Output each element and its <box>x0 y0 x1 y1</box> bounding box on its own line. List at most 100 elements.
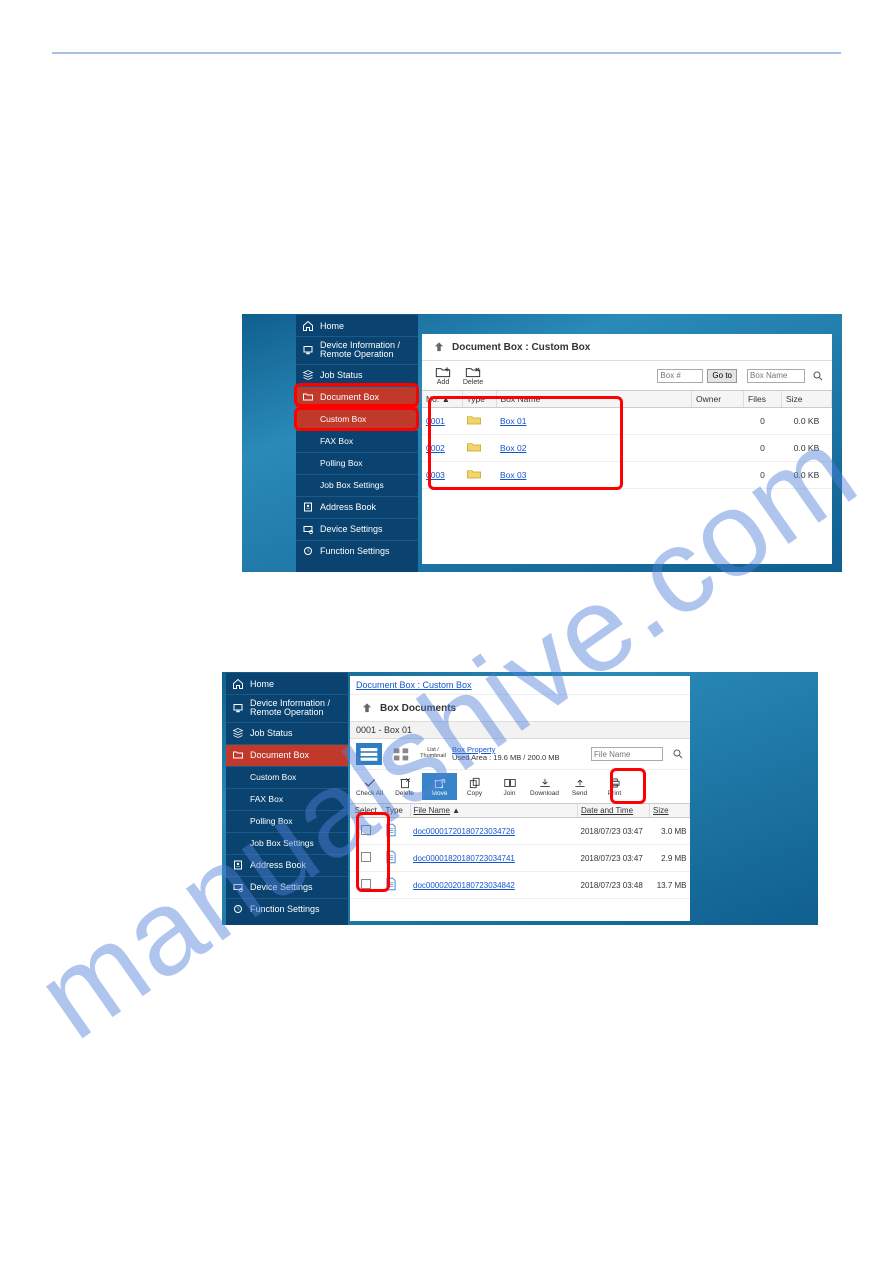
sidebar-item-function-settings[interactable]: Function Settings <box>296 540 418 562</box>
home-icon <box>302 320 314 332</box>
col-files[interactable]: Files <box>744 391 782 408</box>
checkall-button[interactable]: Check All <box>352 773 387 800</box>
folder-row-icon <box>466 468 482 480</box>
info-icon <box>232 702 244 714</box>
doc-name-link[interactable]: doc00002020180723034842 <box>413 881 515 890</box>
sidebar-sub-label: Polling Box <box>320 458 363 468</box>
col-no[interactable]: No. ▲ <box>422 391 462 408</box>
box-rows: 0001 Box 01 0 0.0 KB 0002 Box 02 0 0.0 K… <box>422 408 832 489</box>
document-icon <box>385 823 397 837</box>
box-name-link[interactable]: Box 03 <box>500 470 526 480</box>
sidebar-label: Document Box <box>320 392 379 402</box>
document-table: Select Type File Name ▲ Date and Time Si… <box>350 804 690 899</box>
sidebar-label: Job Status <box>320 370 363 380</box>
join-button[interactable]: Join <box>492 773 527 800</box>
sidebar-item-document-box[interactable]: Document Box <box>296 386 418 408</box>
sidebar-item-job-status[interactable]: Job Status <box>226 722 348 744</box>
table-row: doc00001820180723034741 2018/07/23 03:47… <box>350 845 690 872</box>
box-number-input[interactable] <box>657 369 703 383</box>
sidebar-item-device-settings[interactable]: Device Settings <box>226 876 348 898</box>
add-folder-icon <box>435 365 451 379</box>
move-button[interactable]: Move <box>422 773 457 800</box>
delete-button[interactable]: Delete <box>387 773 422 800</box>
sidebar-sub-fax-box[interactable]: FAX Box <box>226 788 348 810</box>
view-thumbnail-button[interactable] <box>388 743 414 765</box>
box-number-link[interactable]: 0003 <box>426 470 445 480</box>
sidebar-sub-label: Custom Box <box>320 414 366 424</box>
sidebar-item-address-book[interactable]: Address Book <box>296 496 418 518</box>
copy-button[interactable]: Copy <box>457 773 492 800</box>
col-select[interactable]: Select <box>350 804 382 818</box>
col-datetime[interactable]: Date and Time <box>578 804 650 818</box>
sidebar-sub-custom-box[interactable]: Custom Box <box>226 766 348 788</box>
sidebar-item-document-box[interactable]: Document Box <box>226 744 348 766</box>
sidebar-sub-custom-box[interactable]: Custom Box <box>296 408 418 430</box>
sidebar-item-device-info[interactable]: Device Information / Remote Operation <box>296 336 418 364</box>
info-icon <box>302 344 314 356</box>
sidebar-item-address-book[interactable]: Address Book <box>226 854 348 876</box>
sidebar-item-home[interactable]: Home <box>296 314 418 336</box>
col-type[interactable]: Type <box>462 391 496 408</box>
send-button[interactable]: Send <box>562 773 597 800</box>
settings-icon <box>232 881 244 893</box>
delete-folder-icon <box>465 365 481 379</box>
download-button[interactable]: Download <box>527 773 562 800</box>
sidebar-label: Function Settings <box>320 546 390 556</box>
box-name-link[interactable]: Box 01 <box>500 416 526 426</box>
col-type[interactable]: Type <box>382 804 410 818</box>
col-owner[interactable]: Owner <box>692 391 744 408</box>
move-icon <box>423 776 456 790</box>
row-checkbox[interactable] <box>361 852 371 862</box>
col-boxname[interactable]: Box Name <box>496 391 692 408</box>
filename-search-input[interactable] <box>591 747 663 761</box>
table-row[interactable]: 0002 Box 02 0 0.0 KB <box>422 435 832 462</box>
up-arrow-icon[interactable] <box>432 340 446 354</box>
box-number-link[interactable]: 0002 <box>426 443 445 453</box>
status-icon <box>232 727 244 739</box>
folder-icon <box>232 749 244 761</box>
doc-name-link[interactable]: doc00001820180723034741 <box>413 854 515 863</box>
box-number-link[interactable]: 0001 <box>426 416 445 426</box>
sidebar-item-function-settings[interactable]: Function Settings <box>226 898 348 920</box>
print-button[interactable]: Print <box>597 773 632 800</box>
view-list-button[interactable] <box>356 743 382 765</box>
col-size[interactable]: Size <box>650 804 690 818</box>
folder-row-icon <box>466 414 482 426</box>
table-row: doc00002020180723034842 2018/07/23 03:48… <box>350 872 690 899</box>
search-icon[interactable] <box>672 748 684 760</box>
sidebar-sub-job-box-settings[interactable]: Job Box Settings <box>296 474 418 496</box>
up-arrow-icon[interactable] <box>360 701 374 715</box>
table-row[interactable]: 0001 Box 01 0 0.0 KB <box>422 408 832 435</box>
box-name-search-input[interactable] <box>747 369 805 383</box>
sidebar: Home Device Information / Remote Operati… <box>296 314 418 572</box>
row-checkbox[interactable] <box>361 879 371 889</box>
row-checkbox[interactable] <box>361 825 371 835</box>
sidebar-item-job-status[interactable]: Job Status <box>296 364 418 386</box>
delete-button[interactable]: Delete <box>460 365 486 386</box>
sidebar-item-device-settings[interactable]: Device Settings <box>296 518 418 540</box>
add-button[interactable]: Add <box>430 365 456 386</box>
goto-button[interactable]: Go to <box>707 369 737 383</box>
table-row[interactable]: 0003 Box 03 0 0.0 KB <box>422 462 832 489</box>
sidebar-sub-polling-box[interactable]: Polling Box <box>296 452 418 474</box>
sidebar-sub-job-box-settings[interactable]: Job Box Settings <box>226 832 348 854</box>
sidebar-sub-polling-box[interactable]: Polling Box <box>226 810 348 832</box>
panel-header: Document Box : Custom Box <box>422 334 832 361</box>
panel-header: Box Documents <box>350 695 690 722</box>
sidebar-label: Address Book <box>250 860 306 870</box>
sidebar-sub-label: FAX Box <box>250 794 283 804</box>
col-filename[interactable]: File Name ▲ <box>410 804 578 818</box>
document-actions: Check All Delete Move Copy Join <box>350 770 690 804</box>
sidebar-item-device-info[interactable]: Device Information / Remote Operation <box>226 694 348 722</box>
doc-name-link[interactable]: doc00001720180723034726 <box>413 827 515 836</box>
download-icon <box>528 776 561 790</box>
home-icon <box>232 678 244 690</box>
breadcrumb[interactable]: Document Box : Custom Box <box>350 676 690 695</box>
col-size[interactable]: Size <box>782 391 832 408</box>
folder-row-icon <box>466 441 482 453</box>
print-icon <box>598 776 631 790</box>
sidebar-item-home[interactable]: Home <box>226 672 348 694</box>
search-icon[interactable] <box>812 370 824 382</box>
sidebar-sub-fax-box[interactable]: FAX Box <box>296 430 418 452</box>
box-name-link[interactable]: Box 02 <box>500 443 526 453</box>
